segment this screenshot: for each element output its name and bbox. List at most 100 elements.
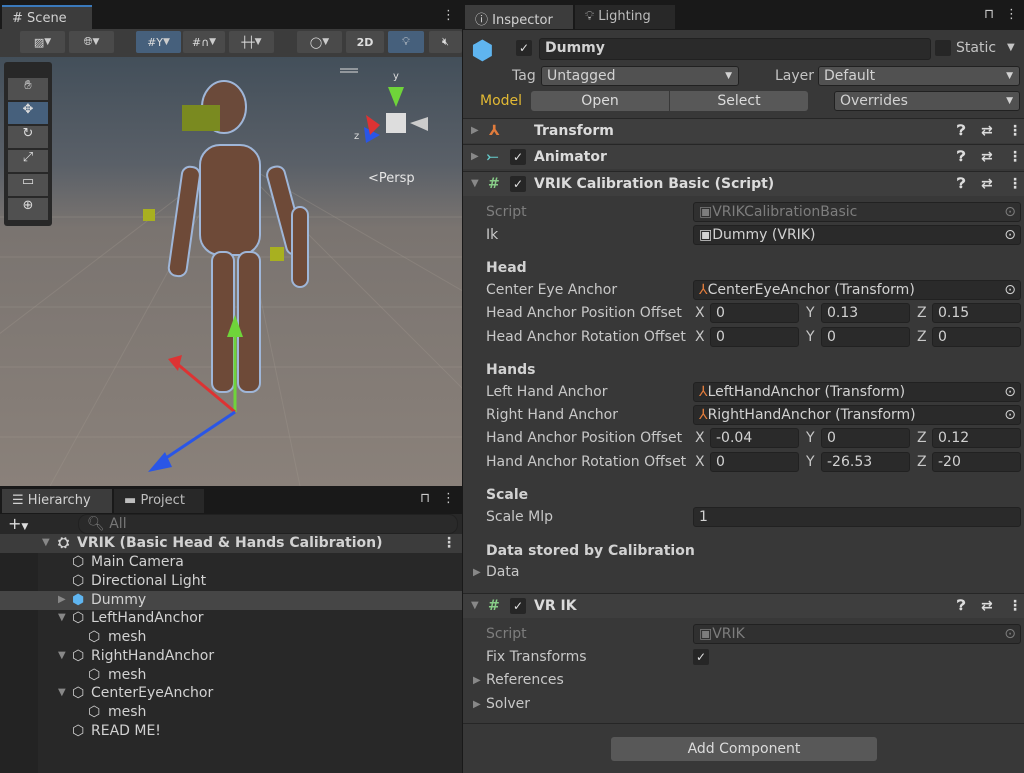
left-hand-anchor-mesh[interactable] bbox=[143, 209, 155, 221]
prefab-icon: ⬢ bbox=[72, 592, 85, 608]
head-rot-x[interactable]: 0 bbox=[710, 327, 799, 347]
fix-transforms-checkbox[interactable]: ✓ bbox=[693, 649, 709, 665]
overrides-dropdown[interactable]: Overrides ▼ bbox=[834, 91, 1020, 111]
z-label: Z bbox=[917, 329, 927, 345]
tab-inspector[interactable]: ⓘ Inspector bbox=[465, 5, 573, 29]
move-tool[interactable]: ✥ bbox=[8, 102, 48, 124]
hand-rot-y[interactable]: -26.53 bbox=[821, 452, 910, 472]
gameobject-icon: ⬡ bbox=[72, 685, 85, 701]
transform-icon: ⅄ bbox=[489, 123, 500, 139]
2d-button[interactable]: 2D bbox=[346, 31, 384, 53]
active-checkbox[interactable]: ✓ bbox=[516, 40, 532, 56]
object-name-input[interactable]: Dummy bbox=[539, 38, 931, 60]
add-component-button[interactable]: Add Component bbox=[611, 737, 877, 761]
solver-foldout[interactable]: Solver bbox=[486, 696, 530, 712]
scale-mlp-input[interactable]: 1 bbox=[693, 507, 1021, 527]
lock-icon[interactable]: ⊓ bbox=[984, 7, 994, 22]
scale-tool[interactable]: ⤢ bbox=[8, 150, 48, 172]
static-label: Static bbox=[956, 40, 997, 56]
snap-button[interactable]: #∩ ▼ bbox=[183, 31, 225, 53]
persp-label[interactable]: <Persp bbox=[368, 171, 415, 186]
hierarchy-item[interactable]: ⬡ READ ME! bbox=[0, 722, 462, 741]
component-transform[interactable]: ▶ ⅄ Transform ❓︎ ⇄ ⋮ bbox=[463, 118, 1024, 143]
x-label: X bbox=[695, 329, 705, 345]
open-button[interactable]: Open bbox=[531, 91, 669, 111]
data-foldout[interactable]: Data bbox=[486, 564, 519, 580]
hierarchy-panel: +▼ 🔍︎ All ▼ ⛭ VRIK (Basic Head & Hands Cal… bbox=[0, 514, 462, 773]
more-icon[interactable]: ⋮ bbox=[1005, 7, 1018, 22]
ik-field[interactable]: ▣Dummy (VRIK) ⊙ bbox=[693, 225, 1021, 245]
left-hand-field[interactable]: ⅄LeftHandAnchor (Transform) ⊙ bbox=[693, 382, 1021, 402]
transform-tool[interactable]: ⊕ bbox=[8, 198, 48, 220]
tab-scene[interactable]: # Scene bbox=[2, 5, 92, 29]
head-pos-label: Head Anchor Position Offset bbox=[486, 305, 682, 321]
center-eye-field[interactable]: ⅄CenterEyeAnchor (Transform) ⊙ bbox=[693, 280, 1021, 300]
right-hand-anchor-mesh[interactable] bbox=[270, 247, 284, 261]
y-label: Y bbox=[806, 454, 815, 470]
script-label: Script bbox=[486, 204, 527, 220]
scene-viewport[interactable]: y z <Persp ✋︎ ✥ ↻ ⤢ ▭ ⊕ bbox=[0, 57, 462, 486]
hierarchy-item[interactable]: ⬡ mesh bbox=[0, 703, 462, 722]
hierarchy-item[interactable]: ▼ ⬡ LeftHandAnchor bbox=[0, 609, 462, 628]
hierarchy-root[interactable]: ▼ ⛭ VRIK (Basic Head & Hands Calibration) ⋮ bbox=[0, 534, 462, 553]
dummy-model[interactable] bbox=[167, 80, 309, 393]
select-button[interactable]: Select bbox=[670, 91, 808, 111]
static-checkbox[interactable] bbox=[935, 40, 951, 56]
data-foldout-arrow[interactable]: ▶ bbox=[473, 567, 481, 578]
rotate-tool[interactable]: ↻ bbox=[8, 126, 48, 148]
right-hand-field[interactable]: ⅄RightHandAnchor (Transform) ⊙ bbox=[693, 405, 1021, 425]
head-rot-label: Head Anchor Rotation Offset bbox=[486, 329, 686, 345]
hand-rot-z[interactable]: -20 bbox=[932, 452, 1021, 472]
tab-hierarchy[interactable]: ☰ Hierarchy bbox=[2, 489, 112, 513]
tab-lighting[interactable]: 💡︎ Lighting bbox=[575, 5, 675, 29]
head-pos-x[interactable]: 0 bbox=[710, 303, 799, 323]
references-foldout-arrow[interactable]: ▶ bbox=[473, 675, 481, 686]
grid-snap-button[interactable]: #Y ▼ bbox=[136, 31, 181, 53]
head-rot-y[interactable]: 0 bbox=[821, 327, 910, 347]
layer-dropdown[interactable]: Default ▼ bbox=[818, 66, 1020, 86]
globe-button[interactable]: 🌐︎ ▼ bbox=[69, 31, 114, 53]
hierarchy-item[interactable]: ⬡ mesh bbox=[0, 666, 462, 685]
shading-button[interactable]: ◯ ▼ bbox=[297, 31, 342, 53]
hand-pos-x[interactable]: -0.04 bbox=[710, 428, 799, 448]
more-icon[interactable]: ⋮ bbox=[442, 8, 455, 23]
hierarchy-item[interactable]: ▼ ⬡ RightHandAnchor bbox=[0, 647, 462, 666]
audio-toggle[interactable]: 🔇︎ bbox=[429, 31, 462, 53]
hand-pos-label: Hand Anchor Position Offset bbox=[486, 430, 683, 446]
y-label: Y bbox=[806, 430, 815, 446]
hierarchy-search[interactable]: 🔍︎ All bbox=[78, 514, 458, 534]
hand-pos-z[interactable]: 0.12 bbox=[932, 428, 1021, 448]
hierarchy-item-selected[interactable]: ▶ ⬢ Dummy bbox=[0, 591, 462, 610]
component-vrik-calibration[interactable]: ▼ # ✓ VRIK Calibration Basic (Script) ❓︎ ⇄ ⋮ bbox=[463, 171, 1024, 196]
increment-snap-button[interactable]: ┼┼ ▼ bbox=[229, 31, 274, 53]
lighting-toggle[interactable]: 💡︎ bbox=[388, 31, 424, 53]
scene-icon: ⛭ bbox=[58, 535, 70, 551]
hierarchy-item[interactable]: ▼ ⬡ CenterEyeAnchor bbox=[0, 684, 462, 703]
component-animator[interactable]: ▶ ⤚ ✓ Animator ❓︎ ⇄ ⋮ bbox=[463, 144, 1024, 169]
more-icon[interactable]: ⋮ bbox=[442, 491, 455, 506]
component-vrik[interactable]: ▼ # ✓ VR IK ❓︎ ⇄ ⋮ bbox=[463, 593, 1024, 618]
hand-pos-y[interactable]: 0 bbox=[821, 428, 910, 448]
rect-tool[interactable]: ▭ bbox=[8, 174, 48, 196]
tag-dropdown[interactable]: Untagged ▼ bbox=[541, 66, 739, 86]
head-pos-y[interactable]: 0.13 bbox=[821, 303, 910, 323]
draw-mode-button[interactable]: ▨ ▼ bbox=[20, 31, 65, 53]
lock-icon[interactable]: ⊓ bbox=[420, 491, 430, 506]
hand-tool[interactable]: ✋︎ bbox=[8, 78, 48, 100]
tab-project[interactable]: ▬ Project bbox=[114, 489, 204, 513]
center-eye-label: Center Eye Anchor bbox=[486, 282, 618, 298]
head-pos-z[interactable]: 0.15 bbox=[932, 303, 1021, 323]
hierarchy-item[interactable]: ⬡ Directional Light bbox=[0, 572, 462, 591]
left-hand-label: Left Hand Anchor bbox=[486, 384, 608, 400]
script-icon: ▣ bbox=[699, 227, 713, 243]
x-label: X bbox=[695, 454, 705, 470]
static-dropdown[interactable]: ▼ bbox=[1007, 42, 1015, 53]
references-foldout[interactable]: References bbox=[486, 672, 564, 688]
head-rot-z[interactable]: 0 bbox=[932, 327, 1021, 347]
hierarchy-item[interactable]: ⬡ mesh bbox=[0, 628, 462, 647]
add-button[interactable]: +▼ bbox=[8, 514, 28, 533]
tools-overlay: ✋︎ ✥ ↻ ⤢ ▭ ⊕ bbox=[4, 62, 52, 226]
hierarchy-item[interactable]: ⬡ Main Camera bbox=[0, 553, 462, 572]
solver-foldout-arrow[interactable]: ▶ bbox=[473, 699, 481, 710]
hand-rot-x[interactable]: 0 bbox=[710, 452, 799, 472]
